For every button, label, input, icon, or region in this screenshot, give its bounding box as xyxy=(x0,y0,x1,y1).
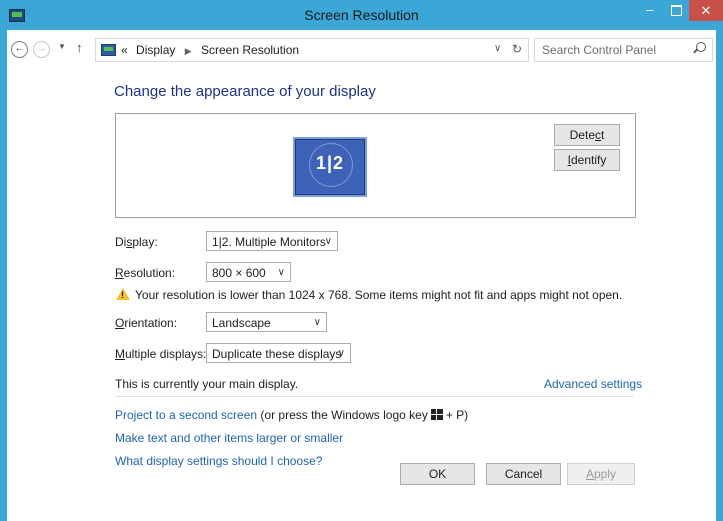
search-box[interactable] xyxy=(534,38,713,62)
project-row: Project to a second screen (or press the… xyxy=(115,408,468,422)
control-panel-icon xyxy=(101,44,116,56)
warning-icon: ! xyxy=(116,288,130,300)
windows-logo-icon xyxy=(430,409,443,420)
breadcrumb[interactable]: « Display ▶ Screen Resolution ∨ ↻ xyxy=(95,38,529,62)
up-button[interactable]: ↑ xyxy=(76,40,83,55)
project-to-second-screen-link[interactable]: Project to a second screen xyxy=(115,408,257,422)
resolution-select[interactable]: 800 × 600 ∨ xyxy=(206,262,291,282)
back-button[interactable]: ← xyxy=(11,41,28,58)
resolution-label: Resolution: xyxy=(115,266,176,280)
divider xyxy=(115,396,634,397)
chevron-down-icon: ∨ xyxy=(313,317,321,328)
refresh-button[interactable]: ↻ xyxy=(512,42,522,56)
window-title: Screen Resolution xyxy=(304,7,419,23)
monitor-number: 1|2 xyxy=(315,153,345,173)
monitor-icon[interactable]: 1|2 xyxy=(293,137,367,197)
chevron-down-icon: ∨ xyxy=(324,236,332,247)
breadcrumb-display[interactable]: Display xyxy=(136,43,175,57)
identify-button[interactable]: Identify xyxy=(554,149,620,171)
orientation-label: Orientation: xyxy=(115,316,178,330)
display-select[interactable]: 1|2. Multiple Monitors ∨ xyxy=(206,231,338,251)
breadcrumb-chevron-icon[interactable]: ▶ xyxy=(185,46,192,56)
search-input[interactable] xyxy=(540,42,689,58)
close-button[interactable]: ✕ xyxy=(689,0,723,21)
monitor-arrangement-panel: 1|2 Detect Identify xyxy=(115,113,636,218)
apply-button[interactable]: Apply xyxy=(567,463,635,485)
page-title: Change the appearance of your display xyxy=(114,83,376,100)
main-display-status: This is currently your main display. xyxy=(115,377,299,391)
text-size-link[interactable]: Make text and other items larger or smal… xyxy=(115,431,343,445)
detect-button[interactable]: Detect xyxy=(554,124,620,146)
forward-button[interactable]: → xyxy=(33,41,50,58)
maximize-button[interactable] xyxy=(663,0,689,21)
breadcrumb-screen-resolution[interactable]: Screen Resolution xyxy=(201,43,299,57)
multiple-displays-select[interactable]: Duplicate these displays ∨ xyxy=(206,343,351,363)
multiple-displays-label: Multiple displays: xyxy=(115,347,207,361)
window-body: ← → ▼ ↑ « Display ▶ Screen Resolution ∨ … xyxy=(7,30,716,521)
advanced-settings-link[interactable]: Advanced settings xyxy=(544,377,642,391)
cancel-button[interactable]: Cancel xyxy=(486,463,561,485)
title-bar: Screen Resolution – ✕ xyxy=(0,0,723,30)
display-label: Display: xyxy=(115,235,158,249)
resolution-warning: Your resolution is lower than 1024 x 768… xyxy=(135,288,623,302)
address-dropdown-button[interactable]: ∨ xyxy=(494,43,501,54)
search-icon[interactable] xyxy=(696,42,706,52)
help-link[interactable]: What display settings should I choose? xyxy=(115,454,322,468)
breadcrumb-overflow[interactable]: « xyxy=(121,43,128,57)
maximize-icon xyxy=(670,5,682,16)
address-bar: ← → ▼ ↑ « Display ▶ Screen Resolution ∨ … xyxy=(7,30,716,66)
ok-button[interactable]: OK xyxy=(400,463,475,485)
orientation-select[interactable]: Landscape ∨ xyxy=(206,312,327,332)
chevron-down-icon: ∨ xyxy=(337,348,345,359)
chevron-down-icon: ∨ xyxy=(277,267,285,278)
minimize-button[interactable]: – xyxy=(637,0,663,21)
project-hint: (or press the Windows logo key + P) xyxy=(260,408,469,422)
recent-locations-button[interactable]: ▼ xyxy=(58,42,66,51)
